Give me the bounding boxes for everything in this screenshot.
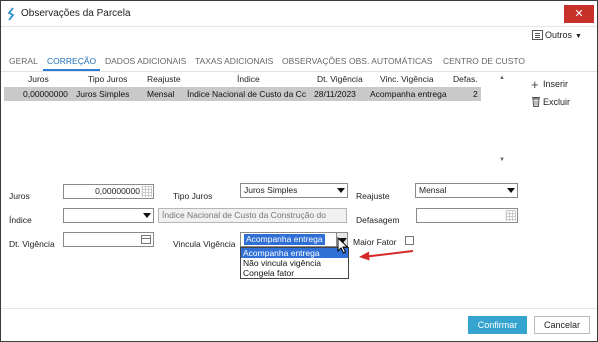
insert-button[interactable]: + Inserir <box>531 77 568 92</box>
cancel-button[interactable]: Cancelar <box>534 316 590 334</box>
outros-menu-button[interactable]: Outros ▼ <box>532 30 582 40</box>
mouse-pointer-icon <box>337 237 349 254</box>
column-header[interactable]: Defas. <box>453 74 478 84</box>
calculator-icon[interactable] <box>141 186 152 197</box>
table-cell: Acompanha entrega <box>370 89 447 99</box>
column-header[interactable]: Tipo Juros <box>88 74 127 84</box>
grid-header: Juros Tipo Juros Reajuste Índice Dt. Vig… <box>4 72 481 86</box>
maior-fator-checkbox[interactable] <box>405 236 414 245</box>
calendar-icon[interactable] <box>141 235 151 244</box>
indice-description-field: Índice Nacional de Custo da Construção d… <box>158 208 347 223</box>
list-icon <box>532 30 543 40</box>
table-cell: Índice Nacional de Custo da Cc <box>187 89 307 99</box>
dropdown-option[interactable]: Não vincula vigência <box>241 258 348 268</box>
tab-dados-adicionais[interactable]: DADOS ADICIONAIS <box>105 56 186 66</box>
table-cell: Juros Simples <box>76 89 130 99</box>
tab-geral[interactable]: GERAL <box>9 56 38 66</box>
tipo-juros-select[interactable]: Juros Simples <box>240 183 348 198</box>
defasagem-label: Defasagem <box>356 215 400 225</box>
outros-label: Outros <box>545 30 573 40</box>
scroll-up-icon[interactable]: ▲ <box>499 75 505 81</box>
chevron-down-icon: ▼ <box>575 33 582 40</box>
dt-vigencia-label: Dt. Vigência <box>9 239 55 249</box>
indice-label: Índice <box>9 215 32 225</box>
defasagem-input[interactable] <box>416 208 518 223</box>
tipo-juros-label: Tipo Juros <box>173 191 213 201</box>
confirm-label: Confirmar <box>477 320 518 330</box>
reajuste-value: Mensal <box>419 185 447 195</box>
table-cell: 0,00000000 <box>23 89 68 99</box>
column-header[interactable]: Dt. Vigência <box>317 74 363 84</box>
tab-taxas-adicionais[interactable]: TAXAS ADICIONAIS <box>195 56 273 66</box>
maior-fator-label: Maior Fator <box>353 237 397 247</box>
tab-bar: GERAL CORREÇÃO DADOS ADICIONAIS TAXAS AD… <box>9 56 589 72</box>
table-row[interactable]: 0,00000000 Juros Simples Mensal Índice N… <box>4 87 481 101</box>
footer-divider <box>1 308 597 309</box>
chevron-down-icon <box>143 213 151 218</box>
calculator-icon[interactable] <box>505 210 516 221</box>
column-header[interactable]: Juros <box>28 74 49 84</box>
correction-grid: Juros Tipo Juros Reajuste Índice Dt. Vig… <box>4 72 481 168</box>
window-title: Observações da Parcela <box>21 8 131 19</box>
title-bar: Observações da Parcela ✕ <box>1 1 597 27</box>
table-cell: 28/11/2023 <box>314 89 356 99</box>
reajuste-select[interactable]: Mensal <box>415 183 518 198</box>
dt-vigencia-input[interactable] <box>63 232 154 247</box>
table-cell: 2 <box>473 89 478 99</box>
juros-input[interactable]: 0,00000000 <box>63 184 154 199</box>
indice-description: Índice Nacional de Custo da Construção d… <box>162 210 326 220</box>
chevron-down-icon <box>337 188 345 193</box>
dropdown-option[interactable]: Congela fator <box>241 268 348 278</box>
cancel-label: Cancelar <box>543 320 581 330</box>
close-button[interactable]: ✕ <box>564 5 594 23</box>
column-header[interactable]: Reajuste <box>147 74 181 84</box>
insert-label: Inserir <box>543 79 569 89</box>
table-cell: Mensal <box>147 89 175 99</box>
tab-obs-automaticas[interactable]: OBS. AUTOMÁTICAS <box>349 56 432 66</box>
delete-button[interactable]: Excluir <box>531 96 570 107</box>
tipo-juros-value: Juros Simples <box>244 185 298 195</box>
vincula-vigencia-select[interactable]: Acompanha entrega <box>240 232 337 247</box>
confirm-button[interactable]: Confirmar <box>468 316 527 334</box>
reajuste-label: Reajuste <box>356 191 390 201</box>
delete-label: Excluir <box>543 97 571 107</box>
dialog-window: Observações da Parcela ✕ Outros ▼ GERAL C… <box>0 0 598 342</box>
vincula-vigencia-options: Acompanha entrega Não vincula vigência C… <box>240 247 349 279</box>
vincula-vigencia-label: Vincula Vigência <box>173 239 236 249</box>
plus-icon: + <box>531 77 539 92</box>
annotation-arrow-icon <box>359 250 414 261</box>
grid-scrollbar[interactable]: ▲ ▼ <box>499 71 507 171</box>
juros-label: Juros <box>9 191 30 201</box>
app-logo-icon <box>7 7 15 21</box>
tab-correcao[interactable]: CORREÇÃO <box>42 56 101 71</box>
tab-observacoes[interactable]: OBSERVAÇÕES <box>282 56 346 66</box>
dropdown-option[interactable]: Acompanha entrega <box>241 248 348 258</box>
juros-value: 0,00000000 <box>95 186 140 196</box>
indice-select[interactable] <box>63 208 154 223</box>
vincula-vigencia-value: Acompanha entrega <box>244 234 325 245</box>
tab-centro-de-custo[interactable]: CENTRO DE CUSTO <box>443 56 525 66</box>
column-header[interactable]: Índice <box>237 74 260 84</box>
scroll-down-icon[interactable]: ▼ <box>499 157 505 163</box>
chevron-down-icon <box>507 188 515 193</box>
trash-icon <box>532 97 540 107</box>
column-header[interactable]: Vinc. Vigência <box>380 74 434 84</box>
